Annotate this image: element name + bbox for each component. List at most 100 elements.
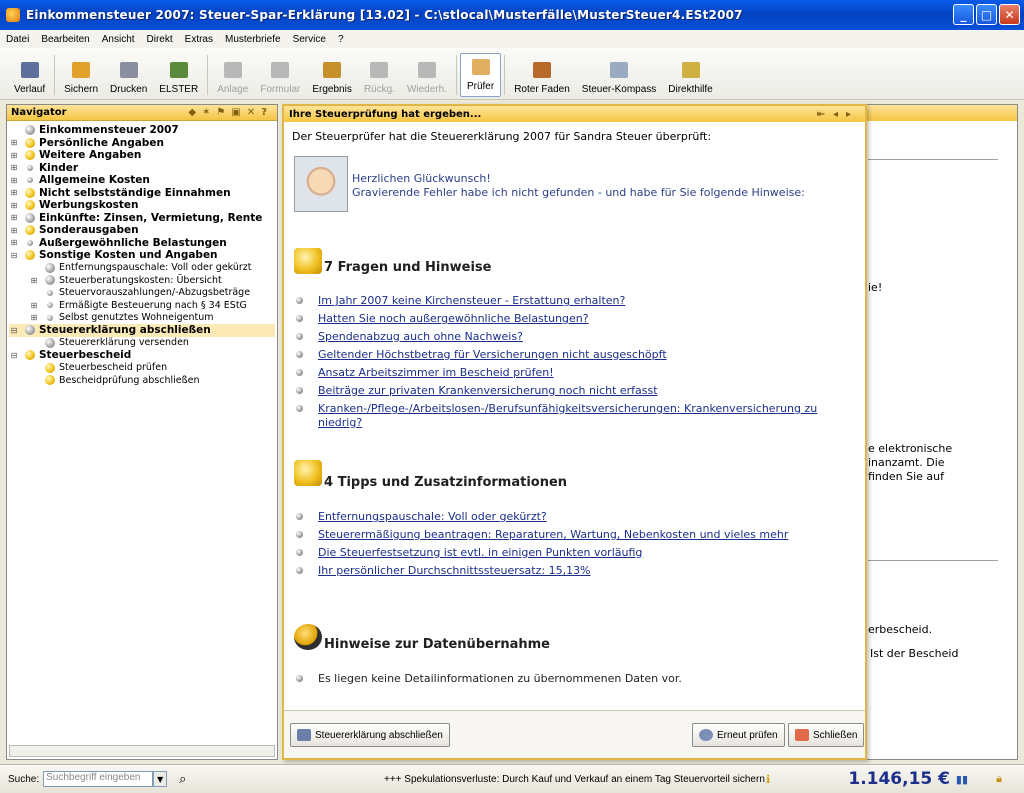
tips-link[interactable]: Entfernungspauschale: Voll oder gekürzt? bbox=[318, 510, 547, 524]
navigator-item[interactable]: ⊞ Kinder bbox=[9, 162, 275, 175]
tip-ticker[interactable]: +++ Spekulationsverluste: Durch Kauf und… bbox=[384, 774, 765, 785]
questions-link[interactable]: Ansatz Arbeitszimmer im Bescheid prüfen! bbox=[318, 366, 554, 380]
dialog-nav-icons[interactable]: ⇤◂▸ bbox=[817, 109, 859, 120]
toolbar-formular-button[interactable]: Formular bbox=[254, 53, 306, 99]
questions-link[interactable]: Spendenabzug auch ohne Nachweis? bbox=[318, 330, 523, 344]
menu-direkt[interactable]: Direkt bbox=[147, 34, 173, 45]
questions-title: 7 Fragen und Hinweise bbox=[324, 260, 492, 275]
navigator-item[interactable]: ⊞ Weitere Angaben bbox=[9, 149, 275, 162]
toolbar-direkthilfe-button[interactable]: Direkthilfe bbox=[662, 53, 718, 99]
questions-link[interactable]: Beiträge zur privaten Krankenversicherun… bbox=[318, 384, 658, 398]
navigator-tool-icons[interactable]: ◆✶⚑▣✕? bbox=[188, 107, 273, 118]
list-item: Steuerermäßigung beantragen: Reparaturen… bbox=[296, 528, 836, 542]
search-dropdown-button[interactable]: ▼ bbox=[153, 771, 168, 787]
expand-icon[interactable]: ⊞ bbox=[9, 176, 19, 185]
status-bullet-icon bbox=[45, 362, 55, 373]
navigator-horizontal-scrollbar[interactable] bbox=[9, 745, 275, 757]
toolbar-anlage-button[interactable]: Anlage bbox=[211, 53, 254, 99]
toolbar-prüfer-button[interactable]: Prüfer bbox=[459, 53, 502, 97]
menu-help[interactable]: ? bbox=[338, 34, 344, 45]
expand-icon[interactable]: ⊞ bbox=[29, 301, 39, 310]
arrow-right-icon bbox=[297, 729, 311, 741]
close-window-button[interactable]: ✕ bbox=[999, 4, 1020, 25]
toolbar-elster-button[interactable]: ELSTER bbox=[153, 53, 204, 99]
lock-icon[interactable]: 🔒︎ bbox=[996, 772, 1002, 786]
expand-icon[interactable]: ⊞ bbox=[29, 313, 39, 322]
navigator-item[interactable]: ⊞ Sonderausgaben bbox=[9, 224, 275, 237]
navigator-item[interactable]: ⊟ Steuererklärung abschließen bbox=[9, 324, 275, 337]
navigator-item[interactable]: ⊟ Sonstige Kosten und Angaben bbox=[9, 249, 275, 262]
navigator-item[interactable]: Steuerbescheid prüfen bbox=[9, 362, 275, 375]
expand-icon[interactable]: ⊟ bbox=[9, 326, 19, 335]
expand-icon[interactable]: ⊞ bbox=[9, 138, 19, 147]
navigator-item[interactable]: ⊞ Persönliche Angaben bbox=[9, 137, 275, 150]
toolbar-wiederh-button[interactable]: Wiederh. bbox=[401, 53, 453, 99]
bullet-icon bbox=[296, 675, 303, 682]
navigator-item[interactable]: Einkommensteuer 2007 bbox=[9, 124, 275, 137]
navigator-item[interactable]: Bescheidprüfung abschließen bbox=[9, 374, 275, 387]
expand-icon[interactable]: ⊟ bbox=[9, 351, 19, 360]
search-input[interactable]: Suchbegriff eingeben bbox=[43, 771, 154, 787]
questions-link[interactable]: Im Jahr 2007 keine Kirchensteuer - Ersta… bbox=[318, 294, 625, 308]
list-item: Kranken-/Pflege-/Arbeitslosen-/Berufsunf… bbox=[296, 402, 836, 429]
navigator-item[interactable]: Steuervorauszahlungen/-Abzugsbeträge bbox=[9, 287, 275, 300]
navigator-item-label: Einkünfte: Zinsen, Vermietung, Rente bbox=[39, 211, 263, 224]
navigator-item[interactable]: ⊞ Ermäßigte Besteuerung nach § 34 EStG bbox=[9, 299, 275, 312]
navigator-item[interactable]: ⊟ Steuerbescheid bbox=[9, 349, 275, 362]
binoculars-icon[interactable]: ⌕ bbox=[179, 772, 186, 787]
tips-link[interactable]: Steuerermäßigung beantragen: Reparaturen… bbox=[318, 528, 788, 542]
navigator-item[interactable]: Steuererklärung versenden bbox=[9, 337, 275, 350]
close-dialog-label: Schließen bbox=[813, 729, 858, 741]
chart-icon[interactable]: ▮▮ bbox=[956, 773, 968, 786]
toolbar-roter-faden-button[interactable]: Roter Faden bbox=[508, 53, 576, 99]
expand-icon[interactable]: ⊞ bbox=[9, 201, 19, 210]
status-bar: Suche: Suchbegriff eingeben ▼ ⌕ +++ Spek… bbox=[0, 764, 1024, 793]
navigator-item[interactable]: ⊞ Selbst genutztes Wohneigentum bbox=[9, 312, 275, 325]
questions-link[interactable]: Geltender Höchstbetrag für Versicherunge… bbox=[318, 348, 667, 362]
ergebnis-icon bbox=[323, 62, 342, 78]
questions-link[interactable]: Hatten Sie noch außergewöhnliche Belastu… bbox=[318, 312, 589, 326]
questions-link[interactable]: Kranken-/Pflege-/Arbeitslosen-/Berufsunf… bbox=[318, 402, 836, 429]
tips-link[interactable]: Die Steuerfestsetzung ist evtl. in einig… bbox=[318, 546, 642, 560]
sichern-icon bbox=[72, 62, 91, 78]
menu-service[interactable]: Service bbox=[293, 34, 326, 45]
toolbar-steuer-kompass-button[interactable]: Steuer-Kompass bbox=[576, 53, 662, 99]
info-icon[interactable]: ℹ bbox=[766, 773, 770, 786]
navigator-item[interactable]: ⊞ Nicht selbstständige Einnahmen bbox=[9, 187, 275, 200]
menu-musterbriefe[interactable]: Musterbriefe bbox=[225, 34, 281, 45]
content-fragment: inanzamt. Die bbox=[868, 456, 945, 469]
maximize-button[interactable]: □ bbox=[976, 4, 997, 25]
navigator-item[interactable]: ⊞ Einkünfte: Zinsen, Vermietung, Rente bbox=[9, 212, 275, 225]
expand-icon[interactable]: ⊞ bbox=[9, 238, 19, 247]
menu-datei[interactable]: Datei bbox=[6, 34, 29, 45]
navigator-item[interactable]: ⊞ Allgemeine Kosten bbox=[9, 174, 275, 187]
navigator-item[interactable]: ⊞ Außergewöhnliche Belastungen bbox=[9, 237, 275, 250]
expand-icon[interactable]: ⊟ bbox=[9, 251, 19, 260]
expand-icon[interactable]: ⊞ bbox=[9, 151, 19, 160]
menu-bearbeiten[interactable]: Bearbeiten bbox=[41, 34, 89, 45]
menu-ansicht[interactable]: Ansicht bbox=[102, 34, 135, 45]
navigator-item[interactable]: ⊞ Werbungskosten bbox=[9, 199, 275, 212]
toolbar-sichern-button[interactable]: Sichern bbox=[58, 53, 104, 99]
status-bullet-icon bbox=[25, 212, 35, 223]
navigator-item-label: Kinder bbox=[39, 161, 79, 174]
expand-icon[interactable]: ⊞ bbox=[9, 213, 19, 222]
navigator-item[interactable]: ⊞ Steuerberatungskosten: Übersicht bbox=[9, 274, 275, 287]
tips-link[interactable]: Ihr persönlicher Durchschnittssteuersatz… bbox=[318, 564, 591, 578]
toolbar-ergebnis-button[interactable]: Ergebnis bbox=[306, 53, 357, 99]
navigator-item-label: Bescheidprüfung abschließen bbox=[59, 374, 200, 386]
navigator-item[interactable]: Entfernungspauschale: Voll oder gekürzt bbox=[9, 262, 275, 275]
minimize-button[interactable]: _ bbox=[953, 4, 974, 25]
toolbar-rückg-button[interactable]: Rückg. bbox=[358, 53, 401, 99]
expand-icon[interactable]: ⊞ bbox=[9, 163, 19, 172]
expand-icon[interactable]: ⊞ bbox=[29, 276, 39, 285]
menu-extras[interactable]: Extras bbox=[185, 34, 213, 45]
toolbar-button-label: Verlauf bbox=[14, 84, 46, 95]
close-dialog-button[interactable]: Schließen bbox=[788, 723, 865, 747]
finish-declaration-button[interactable]: Steuererklärung abschließen bbox=[290, 723, 450, 747]
expand-icon[interactable]: ⊞ bbox=[9, 226, 19, 235]
expand-icon[interactable]: ⊞ bbox=[9, 188, 19, 197]
recheck-button[interactable]: Erneut prüfen bbox=[692, 723, 785, 747]
toolbar-drucken-button[interactable]: Drucken bbox=[104, 53, 153, 99]
toolbar-verlauf-button[interactable]: Verlauf bbox=[8, 53, 51, 99]
